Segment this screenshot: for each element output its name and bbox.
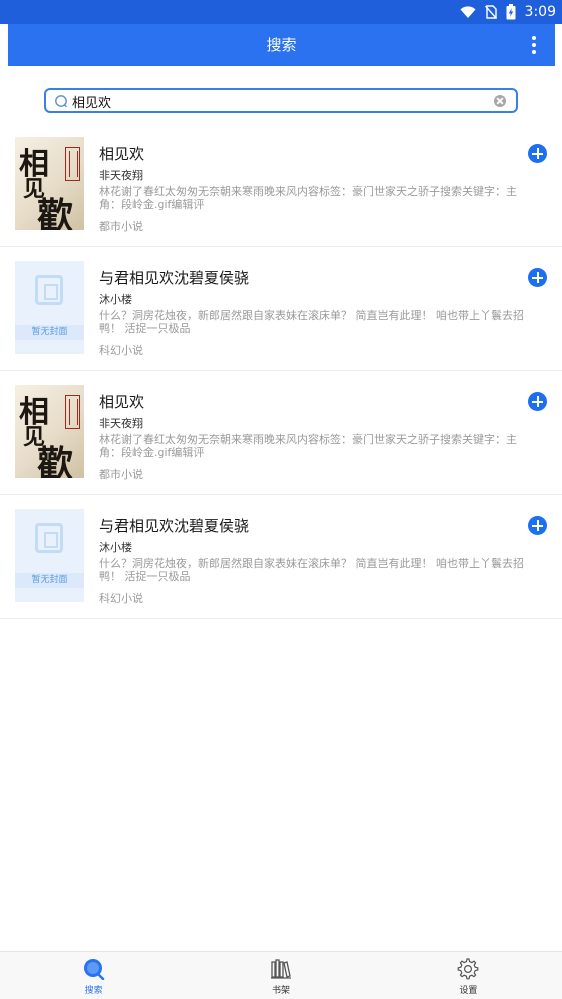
list-item[interactable]: 相见歡 相见欢 非天夜翔 林花谢了春红太匆匆无奈朝来寒雨晚来风内容标签：豪门世家… — [0, 371, 562, 495]
book-category: 都市小说 — [99, 220, 143, 233]
seal-stamp — [65, 147, 80, 181]
list-item[interactable]: 暂无封面 与君相见欢沈碧夏侯骁 沐小楼 什么？洞房花烛夜，新郎居然跟自家表妹在滚… — [0, 247, 562, 371]
more-options-button[interactable] — [527, 33, 541, 57]
seal-stamp — [65, 395, 80, 429]
book-title: 相见欢 — [99, 393, 145, 411]
no-sim-icon — [484, 5, 497, 19]
battery-icon — [506, 4, 516, 20]
placeholder-book-icon — [35, 523, 63, 553]
book-description: 林花谢了春红太匆匆无奈朝来寒雨晚来风内容标签：豪门世家天之骄子搜索关键字：主角：… — [99, 433, 517, 459]
book-title: 相见欢 — [99, 145, 145, 163]
book-description: 什么？洞房花烛夜，新郎居然跟自家表妹在滚床单？ 简直岂有此理！ 咱也带上丫鬟去招… — [99, 557, 524, 583]
add-to-shelf-button[interactable] — [528, 516, 547, 535]
search-input[interactable] — [72, 91, 492, 111]
dot-icon — [532, 36, 536, 40]
list-item[interactable]: 暂无封面 与君相见欢沈碧夏侯骁 沐小楼 什么？洞房花烛夜，新郎居然跟自家表妹在滚… — [0, 495, 562, 619]
nav-item-search[interactable]: 搜索 — [0, 952, 187, 999]
book-category: 科幻小说 — [99, 344, 143, 357]
book-description: 什么？洞房花烛夜，新郎居然跟自家表妹在滚床单？ 简直岂有此理！ 咱也带上丫鬟去招… — [99, 309, 524, 335]
add-to-shelf-button[interactable] — [528, 392, 547, 411]
dot-icon — [532, 43, 536, 47]
nav-item-settings[interactable]: 设置 — [375, 952, 562, 999]
book-author: 非天夜翔 — [99, 169, 143, 182]
wifi-icon — [460, 5, 476, 18]
add-to-shelf-button[interactable] — [528, 268, 547, 287]
dot-icon — [532, 50, 536, 54]
clear-search-icon[interactable] — [494, 95, 506, 107]
nav-item-bookshelf[interactable]: 书架 — [187, 952, 374, 999]
status-time: 3:09 — [524, 4, 556, 20]
bottom-navigation: 搜索 书架 设置 — [0, 951, 562, 999]
nav-label-search: 搜索 — [84, 986, 103, 996]
search-results-list: 相见歡 相见欢 非天夜翔 林花谢了春红太匆匆无奈朝来寒雨晚来风内容标签：豪门世家… — [0, 123, 562, 619]
book-title: 与君相见欢沈碧夏侯骁 — [99, 269, 250, 287]
book-cover: 暂无封面 — [15, 509, 84, 602]
book-cover: 暂无封面 — [15, 261, 84, 354]
book-category: 科幻小说 — [99, 592, 143, 605]
book-description: 林花谢了春红太匆匆无奈朝来寒雨晚来风内容标签：豪门世家天之骄子搜索关键字：主角：… — [99, 185, 517, 211]
book-author: 非天夜翔 — [99, 417, 143, 430]
book-author: 沐小楼 — [99, 293, 132, 306]
nav-label-settings: 设置 — [459, 986, 478, 996]
status-icons: 3:09 — [460, 2, 556, 22]
page-title: 搜索 — [266, 36, 297, 54]
placeholder-book-icon — [35, 275, 63, 305]
gear-icon — [457, 958, 479, 980]
book-cover: 相见歡 — [15, 385, 84, 478]
book-title: 与君相见欢沈碧夏侯骁 — [99, 517, 250, 535]
nav-label-bookshelf: 书架 — [271, 986, 290, 996]
no-cover-label: 暂无封面 — [31, 327, 68, 337]
search-icon — [83, 959, 104, 980]
status-bar: 3:09 — [0, 0, 562, 24]
search-icon — [55, 95, 67, 108]
book-category: 都市小说 — [99, 468, 143, 481]
add-to-shelf-button[interactable] — [528, 144, 547, 163]
no-cover-label: 暂无封面 — [31, 575, 68, 585]
app-bar: 搜索 — [8, 24, 555, 66]
book-cover: 相见歡 — [15, 137, 84, 230]
search-bar[interactable] — [44, 88, 518, 113]
bookshelf-icon — [270, 959, 291, 979]
book-author: 沐小楼 — [99, 541, 132, 554]
list-item[interactable]: 相见歡 相见欢 非天夜翔 林花谢了春红太匆匆无奈朝来寒雨晚来风内容标签：豪门世家… — [0, 123, 562, 247]
